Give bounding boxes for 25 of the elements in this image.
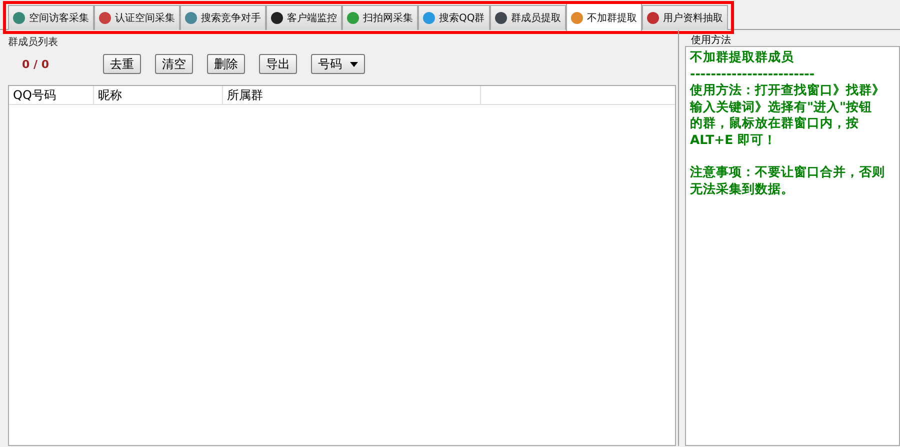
tab[interactable]: 空间访客采集 xyxy=(8,5,94,30)
toolbar-button[interactable]: 导出 xyxy=(259,54,297,74)
group-title: 使用方法 xyxy=(691,34,731,47)
tab[interactable]: 扫拍网采集 xyxy=(342,5,418,30)
help-text: 不加群提取群成员 xyxy=(690,49,795,66)
column-header[interactable]: QQ号码 xyxy=(9,86,94,104)
help-text: 注意事项：不要让窗口合并，否则无法采集到数据。 xyxy=(690,164,885,197)
tab[interactable]: 用户资料抽取 xyxy=(642,5,728,30)
toolbar-button[interactable]: 删除 xyxy=(207,54,245,74)
tab[interactable]: 搜索QQ群 xyxy=(418,5,490,30)
dropdown[interactable]: 号码 xyxy=(311,54,365,74)
help-text: 使用方法：打开查找窗口》找群》输入关键词》选择有"进入"按钮的群，鼠标放在群窗口内，按 ALT+E 即可！ xyxy=(690,82,885,148)
column-header[interactable]: 昵称 xyxy=(94,86,223,104)
toolbar-button[interactable]: 清空 xyxy=(155,54,193,74)
toolbar-button[interactable]: 去重 xyxy=(103,54,141,74)
tab[interactable]: 客户端监控 xyxy=(266,5,342,30)
tab[interactable]: 搜索竞争对手 xyxy=(180,5,266,30)
count-label: 0 / 0 xyxy=(21,58,50,70)
help-text: ------------------------ xyxy=(690,66,816,82)
tab[interactable]: 不加群提取 xyxy=(566,3,642,31)
group-title: 群成员列表 xyxy=(8,36,58,49)
column-header[interactable]: 所属群 xyxy=(223,86,481,104)
tab[interactable]: 群成员提取 xyxy=(490,5,566,30)
caret-icon xyxy=(350,62,358,66)
tab[interactable]: 认证空间采集 xyxy=(94,5,180,30)
